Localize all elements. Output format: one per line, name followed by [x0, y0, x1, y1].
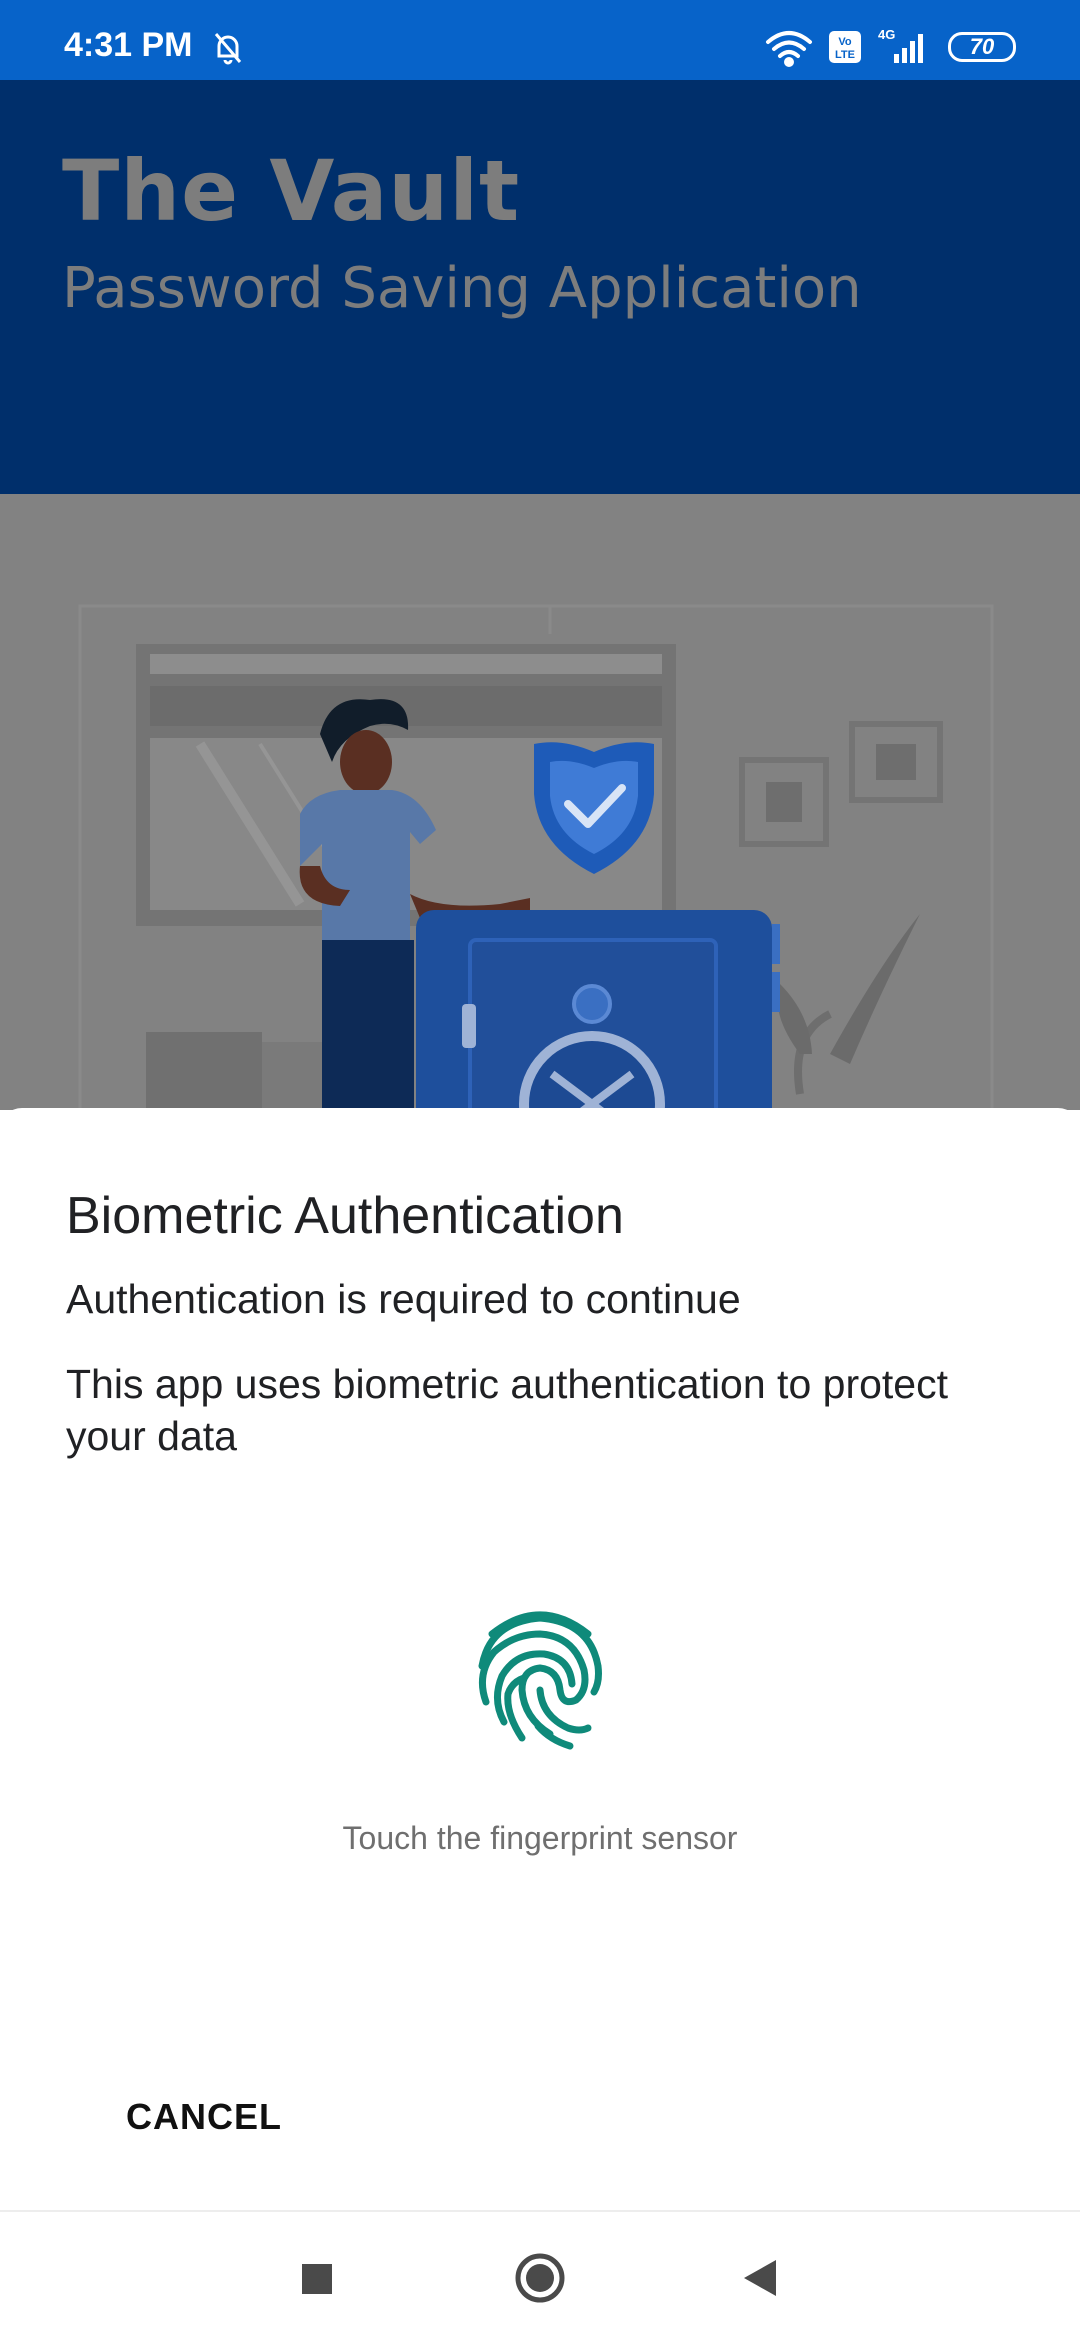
dialog-title: Biometric Authentication — [66, 1187, 624, 1245]
app-header: The Vault Password Saving Application — [0, 80, 1080, 494]
biometric-dialog: Biometric Authentication Authentication … — [0, 1108, 1080, 2210]
battery-icon: 70 — [948, 32, 1016, 62]
fingerprint-hint: Touch the fingerprint sensor — [342, 1820, 738, 1856]
wifi-icon — [764, 28, 814, 73]
home-icon[interactable] — [510, 2248, 570, 2308]
back-icon[interactable] — [730, 2248, 790, 2308]
dialog-subtitle: Authentication is required to continue — [66, 1276, 741, 1322]
app-subtitle: Password Saving Application — [62, 256, 862, 321]
mute-bell-icon — [210, 30, 246, 71]
signal-4g-icon: 4G — [876, 26, 934, 71]
svg-text:4G: 4G — [878, 27, 895, 42]
fingerprint-icon[interactable] — [470, 1600, 610, 1752]
dialog-description: This app uses biometric authentication t… — [66, 1361, 948, 1459]
svg-text:Vo: Vo — [838, 36, 852, 48]
status-time: 4:31 PM — [64, 26, 193, 64]
recents-icon[interactable] — [286, 2248, 346, 2308]
navigation-bar — [0, 2210, 1080, 2340]
status-bar: 4:31 PM Vo LTE 4G 70 — [0, 0, 1080, 80]
volte-icon: Vo LTE — [828, 30, 862, 69]
cancel-button[interactable]: CANCEL — [94, 2084, 314, 2150]
svg-text:LTE: LTE — [835, 49, 855, 61]
app-title: The Vault — [62, 142, 521, 240]
vault-illustration — [0, 494, 1080, 1110]
